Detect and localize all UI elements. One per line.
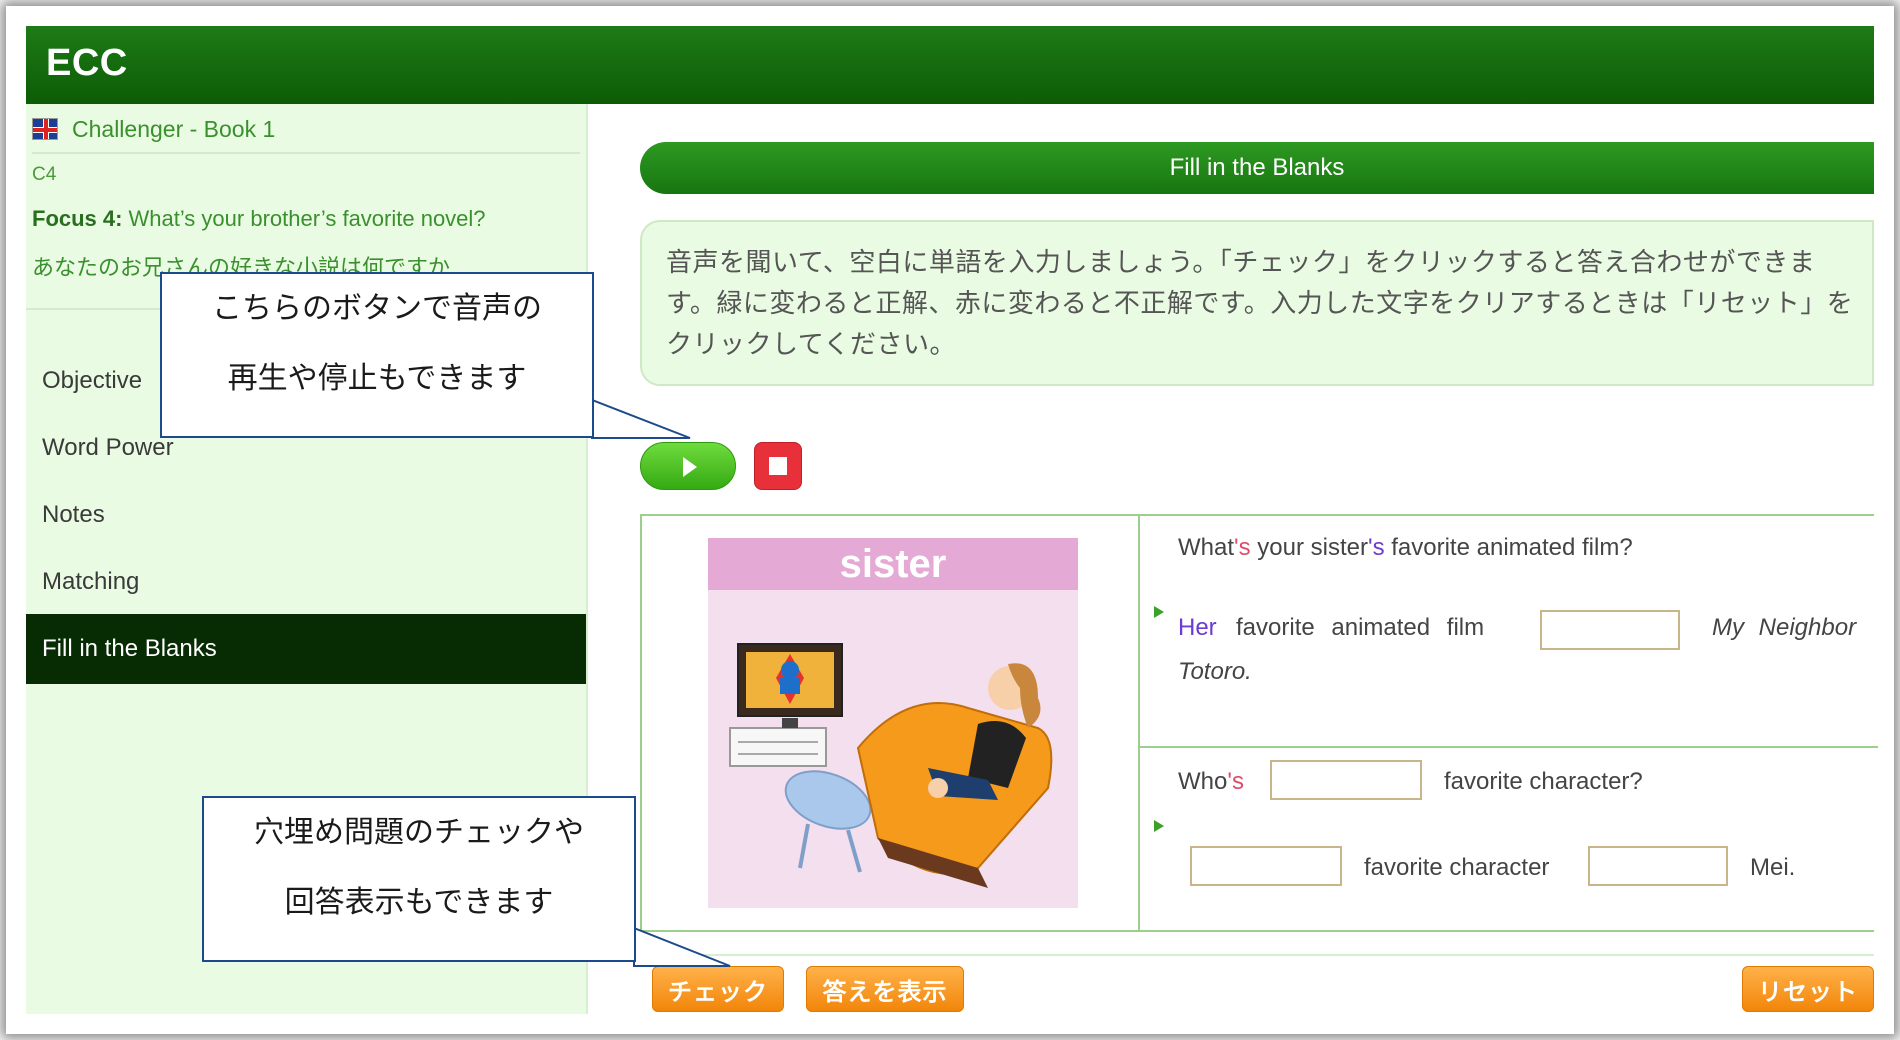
focus-text: What’s your brother’s favorite novel?	[128, 206, 486, 231]
answer-1-title: My Neighbor	[1712, 614, 1857, 641]
sidebar-item-notes[interactable]: Notes	[26, 480, 586, 550]
play-audio-button[interactable]	[640, 442, 736, 490]
check-button[interactable]: チェック	[652, 966, 784, 1012]
answer-2-end: Mei.	[1750, 854, 1796, 881]
book-selector[interactable]: Challenger - Book 1	[32, 112, 275, 146]
book-title: Challenger - Book 1	[72, 115, 276, 142]
callout-check-buttons: 穴埋め問題のチェックや 回答表示もできます	[202, 796, 636, 962]
blank-input-2[interactable]	[1270, 760, 1422, 800]
answer-2-middle: favorite character	[1364, 854, 1550, 881]
unit-code: C4	[32, 164, 57, 185]
focus-title: Focus 4: What’s your brother’s favorite n…	[32, 206, 486, 232]
answer-arrow-icon	[1154, 820, 1164, 832]
callout-text: 回答表示もできます	[284, 886, 554, 919]
focus-label: Focus 4:	[32, 206, 123, 231]
callout-audio-controls: こちらのボタンで音声の 再生や停止もできます	[160, 272, 594, 438]
answer-1-title-cont: Totoro.	[1178, 658, 1252, 685]
blank-input-4[interactable]	[1588, 846, 1728, 886]
sidebar-item-matching[interactable]: Matching	[26, 547, 586, 617]
divider	[1138, 516, 1140, 930]
answer-1-subject: Her	[1178, 614, 1217, 641]
question-1-prompt: What's your sister's favorite animated f…	[1178, 534, 1633, 561]
instructions-box: 音声を聞いて、空白に単語を入力しましょう。「チェック」をクリックすると答え合わせ…	[640, 220, 1874, 386]
stop-audio-button[interactable]	[754, 442, 802, 490]
sidebar-item-fill-in-the-blanks[interactable]: Fill in the Blanks	[26, 614, 586, 684]
callout-text: こちらのボタンで音声の	[212, 292, 542, 325]
divider	[640, 954, 1874, 956]
question-2-prompt-start: Who's	[1178, 768, 1244, 795]
answer-1-middle: favorite animated film	[1236, 614, 1485, 641]
show-answer-button[interactable]: 答えを表示	[806, 966, 964, 1012]
ecc-logo: ECC	[46, 42, 128, 84]
uk-flag-icon	[32, 118, 58, 140]
watching-tv-image	[729, 643, 1053, 888]
callout-text: 穴埋め問題のチェックや	[254, 816, 584, 849]
exercise-panel: sister What's your sister's favorite ani…	[640, 514, 1878, 932]
section-title: Fill in the Blanks	[640, 142, 1874, 194]
callout-text: 再生や停止もできます	[227, 362, 527, 395]
answer-arrow-icon	[1154, 606, 1164, 618]
reset-button[interactable]: リセット	[1742, 966, 1874, 1012]
divider	[32, 152, 580, 154]
sister-illustration: sister	[708, 538, 1078, 908]
divider	[1140, 746, 1878, 748]
blank-input-3[interactable]	[1190, 846, 1342, 886]
question-2-prompt-end: favorite character?	[1444, 768, 1643, 795]
top-header: ECC	[26, 26, 1874, 104]
blank-input-1[interactable]	[1540, 610, 1680, 650]
